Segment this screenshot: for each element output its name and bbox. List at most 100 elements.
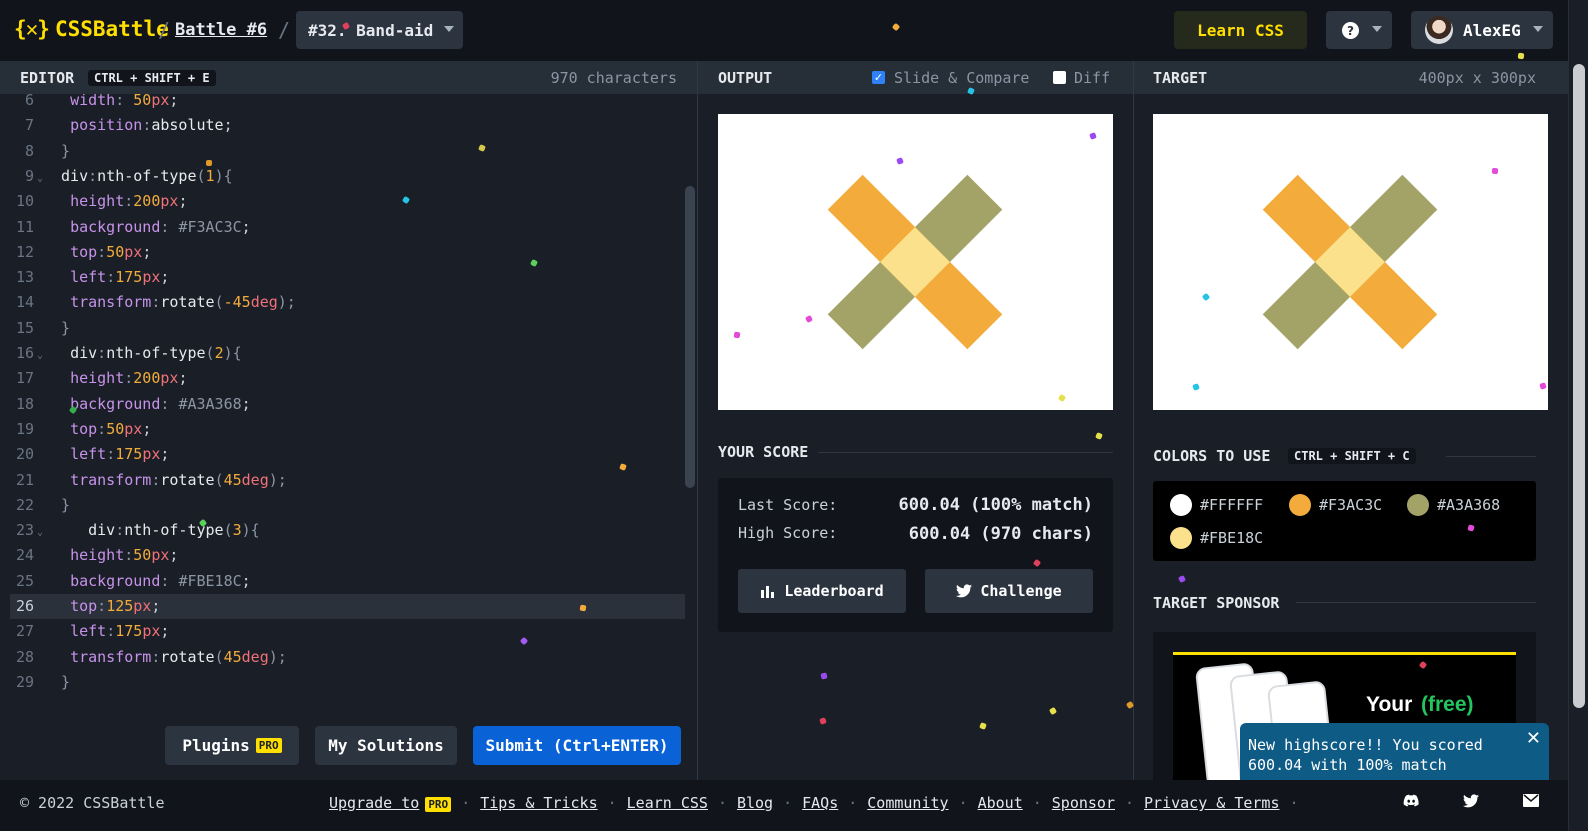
code-text: top:50px; [70,242,152,261]
color-swatch[interactable]: #FBE18C [1170,527,1263,549]
code-line[interactable]: 15 } [0,316,685,341]
code-text: height:200px; [70,192,188,211]
help-icon: ? [1342,22,1359,39]
fold-chevron-icon[interactable]: ⌄ [37,166,43,191]
page-scrollbar-thumb[interactable] [1573,64,1585,708]
user-menu-button[interactable]: AlexEG [1411,11,1553,49]
diff-label[interactable]: Diff [1074,69,1110,87]
line-number: 25 [15,571,34,590]
code-line[interactable]: 24 height:50px; [0,543,685,568]
learn-css-button[interactable]: Learn CSS [1174,11,1307,49]
page-scrollbar[interactable] [1568,0,1588,831]
footer-separator: · [717,794,727,812]
code-text: left:175px; [70,622,170,641]
code-line[interactable]: 12 top:50px; [0,240,685,265]
diff-checkbox[interactable] [1053,71,1066,84]
footer-link-blog[interactable]: Blog [737,794,773,812]
footer-link-privacy[interactable]: Privacy & Terms [1144,794,1279,812]
code-line[interactable]: 22 } [0,493,685,518]
help-menu-button[interactable]: ? [1326,11,1392,49]
footer: © 2022 CSSBattle Upgrade to PRO · Tips & … [0,780,1568,831]
twitter-icon[interactable] [1463,794,1479,808]
cssbattle-logo[interactable]: {✕} CSSBattle [14,17,169,41]
fold-chevron-icon[interactable]: ⌄ [37,520,43,545]
toast-line-2: 600.04 with 100% match [1248,756,1447,774]
footer-link-sponsor[interactable]: Sponsor [1052,794,1115,812]
character-count: 970 characters [550,68,677,87]
code-line[interactable]: 20 left:175px; [0,442,685,467]
plugins-button[interactable]: Plugins PRO [165,726,299,765]
code-line[interactable]: 8 } [0,139,685,164]
logo-text: CSSBattle [54,17,169,41]
close-icon[interactable]: ✕ [1526,729,1541,749]
footer-social-icons [1403,794,1539,808]
line-number: 16 [15,344,34,362]
output-bar: OUTPUT ✓ Slide & Compare Diff [698,61,1133,94]
footer-link-upgrade[interactable]: Upgrade to PRO [329,794,452,812]
discord-icon[interactable] [1403,794,1419,808]
high-score-value: 600.04 (970 chars) [908,524,1093,544]
code-editor[interactable]: 6 width: 50px; 7 position:absolute; 8 } 9 ⌄ … [0,94,697,780]
ad-headline-highlight: (free) [1421,693,1474,716]
fold-chevron-icon[interactable]: ⌄ [37,343,43,368]
code-line[interactable]: 6 width: 50px; [0,94,685,113]
color-swatch[interactable]: #A3A368 [1407,494,1500,516]
code-line[interactable]: 10 height:200px; [0,189,685,214]
code-line[interactable]: 25 background: #FBE18C; [0,569,685,594]
target-select-label: #32. Band-aid [308,20,434,40]
slide-compare-label[interactable]: Slide & Compare [894,69,1029,87]
code-line[interactable]: 11 background: #F3AC3C; [0,215,685,240]
footer-link-learn-css[interactable]: Learn CSS [627,794,708,812]
color-swatch[interactable]: #F3AC3C [1289,494,1382,516]
line-number: 13 [15,268,34,287]
code-line[interactable]: 23 ⌄ div:nth-of-type(3){ [0,518,685,543]
target-select-dropdown[interactable]: #32. Band-aid [296,11,463,49]
code-line[interactable]: 14 transform:rotate(-45deg); [0,290,685,315]
code-line[interactable]: 13 left:175px; [0,265,685,290]
code-line[interactable]: 29 } [0,670,685,695]
code-text: } [52,495,71,514]
submit-button[interactable]: Submit (Ctrl+ENTER) [473,726,681,765]
footer-separator: · [1289,794,1299,812]
slide-compare-checkbox[interactable]: ✓ [872,71,885,84]
code-line[interactable]: 9 ⌄ div:nth-of-type(1){ [0,164,685,189]
panel-divider [697,61,698,780]
code-line[interactable]: 18 background: #A3A368; [0,392,685,417]
breadcrumb-battle-link[interactable]: Battle #6 [175,20,267,40]
line-number: 18 [15,394,34,413]
color-swatch[interactable]: #FFFFFF [1170,494,1263,516]
footer-link-faqs[interactable]: FAQs [802,794,838,812]
line-number: 8 [24,141,34,160]
challenge-button[interactable]: Challenge [925,569,1093,613]
colors-shortcut: CTRL + SHIFT + C [1288,448,1416,464]
editor-scrollbar[interactable] [685,186,695,488]
code-line[interactable]: 28 transform:rotate(45deg); [0,645,685,670]
code-line[interactable]: 7 position:absolute; [0,113,685,138]
code-text: transform:rotate(45deg); [70,647,287,666]
code-line[interactable]: 17 height:200px; [0,366,685,391]
panel-divider [1133,61,1134,780]
footer-link-community[interactable]: Community [867,794,948,812]
confetti-piece [1491,167,1499,175]
code-line[interactable]: 21 transform:rotate(45deg); [0,468,685,493]
footer-link-label: Upgrade to [329,794,420,812]
footer-link-tips[interactable]: Tips & Tricks [480,794,597,812]
twitter-icon [956,584,973,598]
footer-link-about[interactable]: About [978,794,1023,812]
footer-separator: · [848,794,858,812]
mail-icon[interactable] [1523,794,1539,807]
output-canvas[interactable] [718,114,1113,410]
line-number: 15 [15,318,34,337]
code-text: left:175px; [70,268,170,287]
code-text: transform:rotate(-45deg); [70,293,296,312]
editor-shortcut: CTRL + SHIFT + E [88,69,216,86]
color-hex: #FFFFFF [1200,496,1264,514]
code-line[interactable]: 16 ⌄ div:nth-of-type(2){ [0,341,685,366]
confetti-piece [979,722,987,730]
code-line[interactable]: 27 left:175px; [0,619,685,644]
leaderboard-button[interactable]: Leaderboard [738,569,906,613]
confetti-piece [733,331,741,339]
section-rule [818,452,1113,453]
my-solutions-button[interactable]: My Solutions [315,726,457,765]
code-line[interactable]: 19 top:50px; [0,417,685,442]
